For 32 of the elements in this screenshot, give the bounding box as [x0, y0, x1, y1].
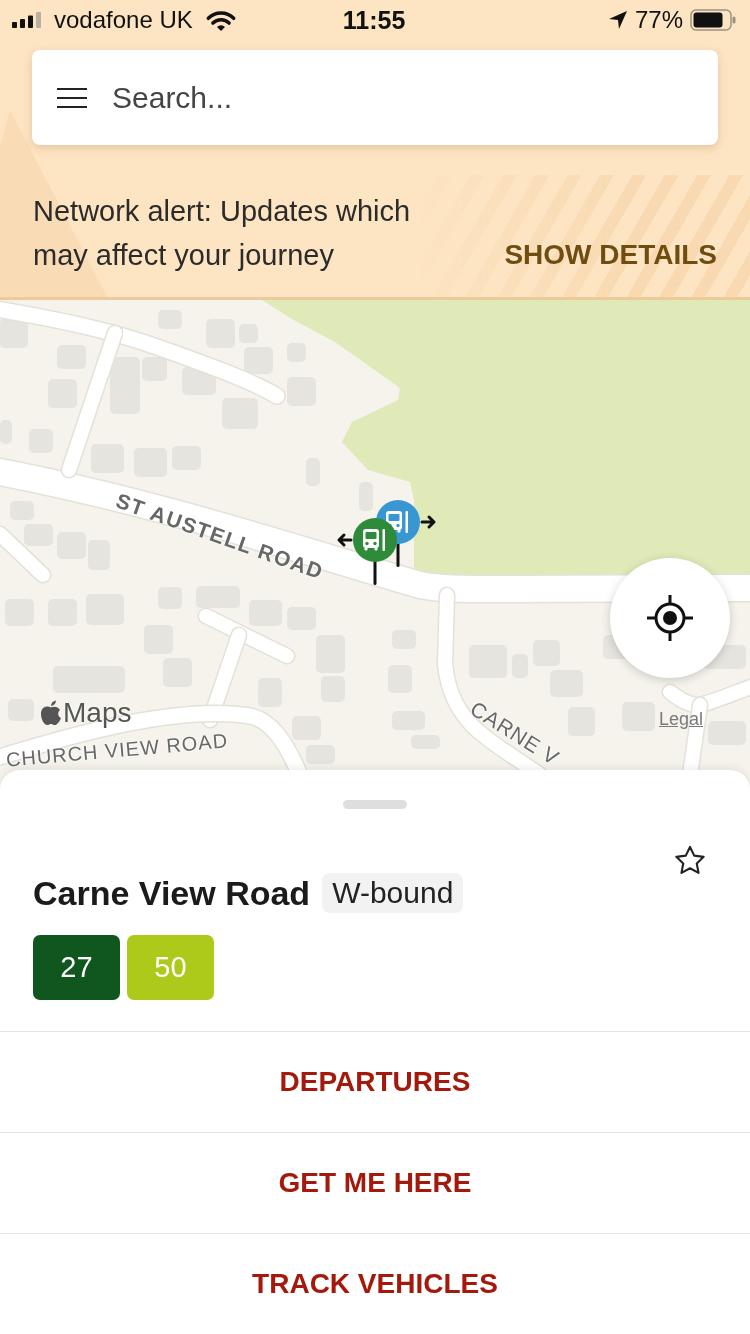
star-icon[interactable] — [675, 845, 705, 875]
action-button[interactable]: DEPARTURES — [0, 1031, 750, 1132]
building — [196, 586, 240, 608]
crosshair-icon — [647, 595, 693, 641]
menu-button[interactable] — [57, 86, 87, 109]
status-time: 11:55 — [342, 5, 406, 35]
carrier-name: vodafone UK — [54, 6, 193, 34]
building — [142, 357, 167, 381]
wifi-icon — [204, 8, 237, 32]
battery-percentage: 77% — [634, 6, 683, 34]
building — [244, 347, 273, 374]
location-arrow-icon — [607, 10, 628, 30]
stop-name: Carne View Road — [33, 873, 311, 913]
menu-icon — [57, 86, 87, 109]
building — [292, 716, 321, 740]
show-details-button[interactable]: SHOW DETAILS — [504, 233, 717, 277]
building — [110, 357, 140, 414]
logo-icon — [40, 700, 62, 726]
route-badge: 50 — [127, 935, 214, 1000]
battery-icon — [690, 9, 736, 31]
building — [306, 745, 335, 764]
route-badge: 27 — [33, 935, 120, 1000]
action-button[interactable]: GET ME HERE — [0, 1132, 750, 1233]
action-button[interactable]: TRACK VEHICLES — [0, 1233, 750, 1334]
map-attribution: Maps — [63, 699, 132, 727]
building — [24, 524, 53, 546]
direction-tag: W-bound — [322, 873, 464, 913]
drag-handle[interactable] — [343, 800, 407, 809]
signal-icon — [12, 12, 42, 28]
alert-message: Network alert: Updates which may affect your journey — [33, 194, 412, 273]
legal-link[interactable]: Legal — [658, 709, 703, 730]
road-label: CHURCH VIEW ROAD — [5, 730, 229, 770]
